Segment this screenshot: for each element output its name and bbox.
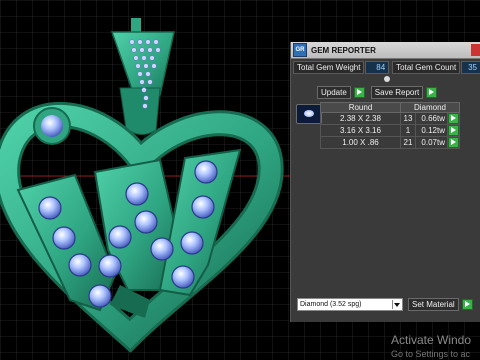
total-count-label: Total Gem Count (392, 61, 461, 74)
save-report-button[interactable]: Save Report (370, 86, 424, 99)
total-weight-label: Total Gem Weight (293, 61, 365, 74)
totals-row: Total Gem Weight 84 Total Gem Count 35 (293, 61, 480, 74)
table-header-row: Round Diamond (320, 102, 460, 113)
gem-size: 2.38 X 2.38 (320, 112, 401, 125)
set-material-button[interactable]: Set Material (408, 298, 459, 311)
splitter-handle[interactable] (384, 76, 390, 82)
gem-count: 21 (400, 136, 416, 149)
gem-summary: Round Diamond 2.38 X 2.38 13 0.66tw 3.16… (293, 100, 479, 150)
gem-count: 1 (400, 124, 416, 137)
activate-windows-watermark: Activate Windo (391, 333, 472, 347)
update-button[interactable]: Update (317, 86, 351, 99)
play-icon[interactable] (448, 125, 459, 136)
gem-size: 1.00 X .86 (320, 136, 401, 149)
chevron-down-icon[interactable] (392, 300, 402, 309)
heart-accent-gem (41, 115, 63, 137)
column-header-material: Diamond (400, 102, 460, 113)
gem-carat: 0.12tw (415, 124, 448, 137)
table-row: 2.38 X 2.38 13 0.66tw (320, 112, 460, 125)
gem-reporter-icon: GR (293, 43, 307, 57)
total-count-value: 35 (461, 61, 480, 74)
update-go-icon[interactable] (353, 87, 365, 98)
gem-carat: 0.66tw (415, 112, 448, 125)
gem-count: 13 (400, 112, 416, 125)
gem-reporter-panel: GR GEM REPORTER Total Gem Weight 84 Tota… (290, 42, 480, 322)
panel-titlebar[interactable]: GR GEM REPORTER (291, 42, 480, 59)
set-material-go-icon[interactable] (461, 299, 473, 310)
gem-table: Round Diamond 2.38 X 2.38 13 0.66tw 3.16… (320, 102, 460, 149)
table-row: 3.16 X 3.16 1 0.12tw (320, 124, 460, 137)
column-header-shape: Round (320, 102, 401, 113)
save-report-go-icon[interactable] (426, 87, 438, 98)
material-select[interactable]: Diamond (3.52 spg) (297, 298, 403, 311)
action-row: Update Save Report (317, 86, 438, 99)
play-icon[interactable] (448, 137, 459, 148)
row-select-button[interactable] (447, 124, 460, 137)
row-select-button[interactable] (447, 136, 460, 149)
close-icon[interactable] (471, 44, 480, 56)
activate-windows-subtext: Go to Settings to ac (391, 349, 471, 359)
play-icon[interactable] (448, 113, 459, 124)
row-select-button[interactable] (447, 112, 460, 125)
gem-preview-icon[interactable] (296, 104, 322, 124)
material-value: Diamond (3.52 spg) (300, 301, 362, 308)
table-row: 1.00 X .86 21 0.07tw (320, 136, 460, 149)
gem-carat: 0.07tw (415, 136, 448, 149)
panel-title: GEM REPORTER (311, 45, 376, 55)
material-row: Diamond (3.52 spg) Set Material (297, 298, 473, 311)
gem-size: 3.16 X 3.16 (320, 124, 401, 137)
total-weight-value: 84 (365, 61, 390, 74)
